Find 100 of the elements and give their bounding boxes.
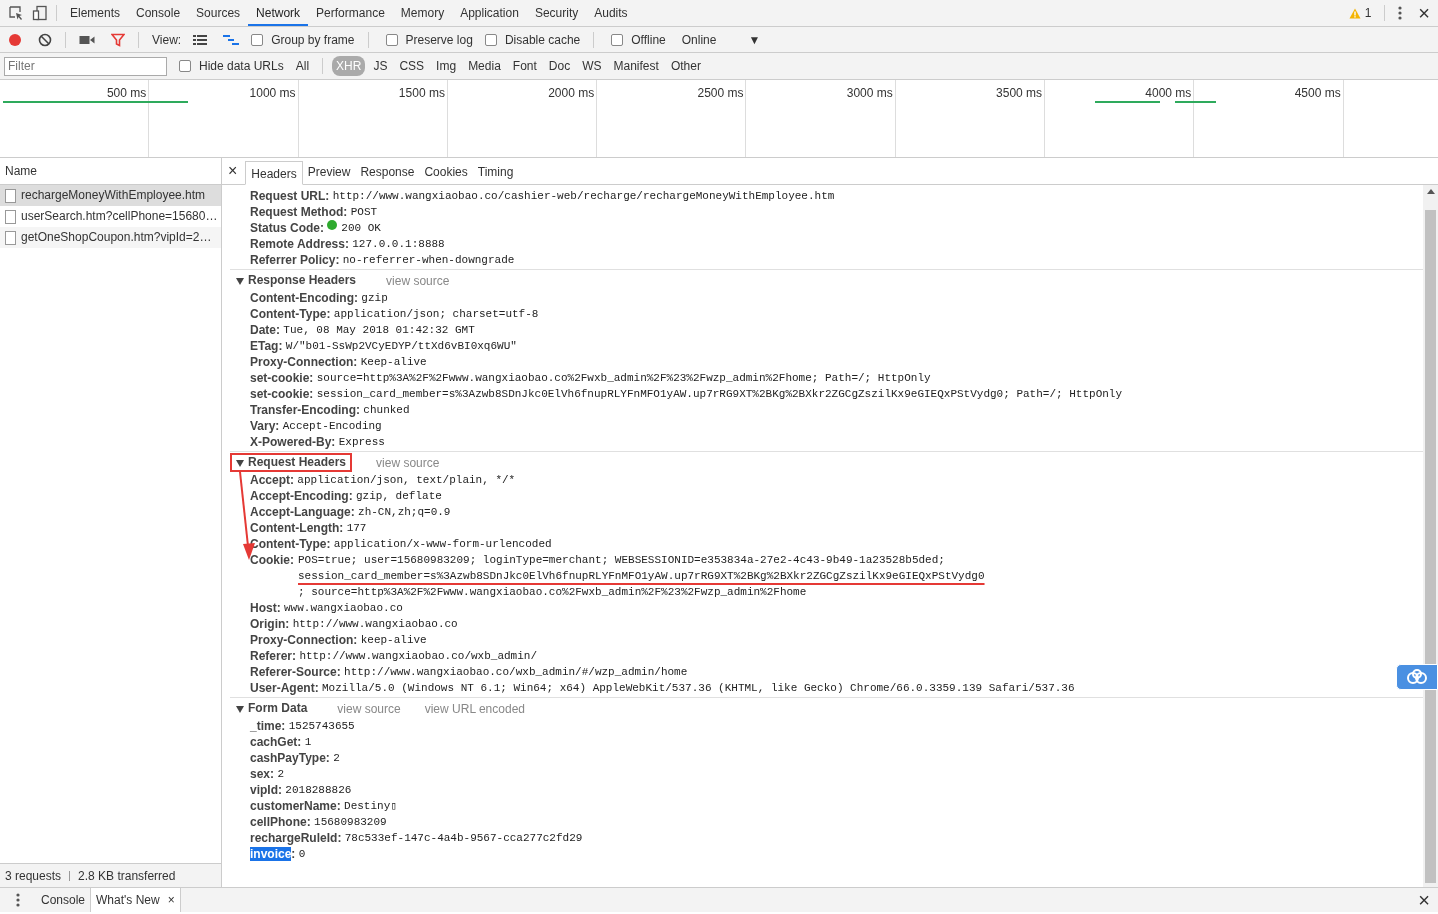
expand-icon[interactable] <box>236 276 244 285</box>
view-link[interactable]: view URL encoded <box>424 699 525 718</box>
header-name: Accept-Encoding: <box>250 489 353 503</box>
field-name: vipId <box>250 783 278 797</box>
header-value: 200 OK <box>341 222 381 234</box>
inspect-icon[interactable] <box>8 5 24 21</box>
field-name: rechargeRuleId <box>250 831 338 845</box>
detail-tab[interactable]: Headers <box>245 161 303 185</box>
request-row[interactable]: userSearch.htm?cellPhone=15680… <box>0 206 221 227</box>
clear-icon[interactable] <box>38 32 52 47</box>
section-header[interactable]: Form Data <box>230 699 314 718</box>
checkbox-label[interactable]: Group by frame <box>271 30 355 49</box>
detail-tab[interactable]: Timing <box>472 160 519 184</box>
filter-icon[interactable] <box>111 32 125 47</box>
section-header[interactable]: Response Headers <box>230 271 363 290</box>
header-name: Cookie: <box>250 552 294 569</box>
section-header[interactable]: Request Headers <box>230 453 353 472</box>
detail-tab[interactable]: Preview <box>302 160 356 184</box>
type-filter[interactable]: WS <box>578 56 606 76</box>
close-button[interactable]: × <box>224 163 242 179</box>
header-name: Proxy-Connection: <box>250 355 358 369</box>
request-row[interactable]: getOneShopCoupon.htm?vipId=2… <box>0 227 221 248</box>
field-separator: : <box>325 751 330 765</box>
waterfall-icon[interactable] <box>223 33 240 46</box>
status-dot-icon <box>327 220 338 230</box>
camera-icon[interactable] <box>79 33 95 46</box>
header-name: Status Code: <box>250 221 324 235</box>
type-filter[interactable]: CSS <box>395 56 429 76</box>
request-row[interactable]: rechargeMoneyWithEmployee.htm <box>0 185 221 206</box>
checkbox[interactable] <box>484 33 497 46</box>
detail-tab[interactable]: Response <box>355 160 420 184</box>
header-name: set-cookie: <box>250 371 314 385</box>
device-icon[interactable] <box>32 5 48 21</box>
checkbox[interactable] <box>251 33 264 46</box>
header-value: W/"b01-SsWp2VCyEDYP/ttXd6vBI0xq6WU" <box>285 340 517 352</box>
header-value: chunked <box>363 404 410 416</box>
type-filter[interactable]: Other <box>666 56 705 76</box>
drawer-tab[interactable]: Console <box>36 888 91 912</box>
field-separator: : <box>291 847 296 861</box>
type-filter[interactable]: Font <box>508 56 541 76</box>
panel-tab[interactable]: Security <box>526 0 587 26</box>
header-name: Accept-Language: <box>250 505 355 519</box>
type-filter[interactable]: Doc <box>544 56 575 76</box>
field-separator: : <box>337 831 342 845</box>
checkbox[interactable] <box>611 33 624 46</box>
scroll-up-icon[interactable] <box>1426 189 1435 194</box>
field-separator: : <box>278 783 282 797</box>
checkbox-label[interactable]: Offline <box>631 30 666 49</box>
dropdown-caret[interactable]: ▼ <box>748 30 761 49</box>
expand-icon[interactable] <box>236 704 244 713</box>
filter-field[interactable]: Filter <box>4 56 167 76</box>
field-separator: : <box>270 767 275 781</box>
header-value: Mozilla/5.0 (Windows NT 6.1; Win64; x64) AppleWebKit/537.36 (KHTML, like Gecko) Chrome/66.0.3359.139 Safari/537.36 <box>322 682 1075 694</box>
scrollbar-thumb[interactable] <box>1425 210 1436 883</box>
panel-tab[interactable]: Memory <box>392 0 453 26</box>
type-filter[interactable]: JS <box>369 56 392 76</box>
panel-tab[interactable]: Audits <box>586 0 636 26</box>
record-icon[interactable] <box>8 32 22 47</box>
field-value: 15680983209 <box>314 816 387 828</box>
detail-tab[interactable]: Cookies <box>419 160 473 184</box>
more-icon[interactable] <box>1398 6 1403 20</box>
checkbox-label[interactable]: Disable cache <box>504 30 581 49</box>
panel-tab[interactable]: Sources <box>188 0 249 26</box>
field-separator: : <box>281 719 286 733</box>
type-filter[interactable]: Manifest <box>609 56 663 76</box>
panel-tab[interactable]: Console <box>128 0 189 26</box>
header-name: Proxy-Connection: <box>250 633 358 647</box>
warning-counter[interactable]: 1 <box>1348 4 1372 22</box>
panel-tab[interactable]: Performance <box>308 0 393 26</box>
close-button[interactable]: × <box>1418 3 1430 23</box>
header-name: Host: <box>250 601 281 615</box>
view-link[interactable]: view source <box>337 699 401 718</box>
more-icon[interactable] <box>16 893 20 907</box>
header-value: http://www.wangxiaobao.co/wxb_admin/ <box>299 650 537 662</box>
header-name: User-Agent: <box>250 681 319 695</box>
type-filter[interactable]: All <box>291 56 314 76</box>
view-link[interactable]: view source <box>376 453 440 472</box>
field-separator: : <box>297 735 302 749</box>
checkbox[interactable] <box>179 60 191 72</box>
checkbox-label[interactable]: Preserve log <box>405 30 473 49</box>
tab-close-button[interactable]: × <box>167 888 175 912</box>
type-filter[interactable]: Img <box>432 56 461 76</box>
checkbox[interactable] <box>385 33 398 46</box>
file-icon <box>5 209 16 224</box>
close-button[interactable]: × <box>1418 890 1430 910</box>
field-name: cashPayType <box>250 751 326 765</box>
header-value: POS=true; user=15680983209; loginType=merchant; WEBSESSIONID=e353834a-27e2-4c43-9b49-1a23528b5ded; <box>298 553 945 568</box>
header-name: Transfer-Encoding: <box>250 403 360 417</box>
checkbox-label[interactable]: Hide data URLs <box>199 57 284 75</box>
field-separator: : <box>336 799 341 813</box>
expand-icon[interactable] <box>236 458 244 467</box>
header-name: ETag: <box>250 339 283 353</box>
type-filter[interactable]: Media <box>464 56 505 76</box>
drawer-tab[interactable]: What's New × <box>90 888 181 912</box>
cloud-button[interactable] <box>1396 664 1438 690</box>
panel-tab[interactable]: Application <box>452 0 527 26</box>
throttle-select[interactable]: Online <box>681 30 717 49</box>
list-view-icon[interactable] <box>193 33 208 46</box>
view-link[interactable]: view source <box>386 271 450 290</box>
panel-tab[interactable]: Elements <box>62 0 129 26</box>
